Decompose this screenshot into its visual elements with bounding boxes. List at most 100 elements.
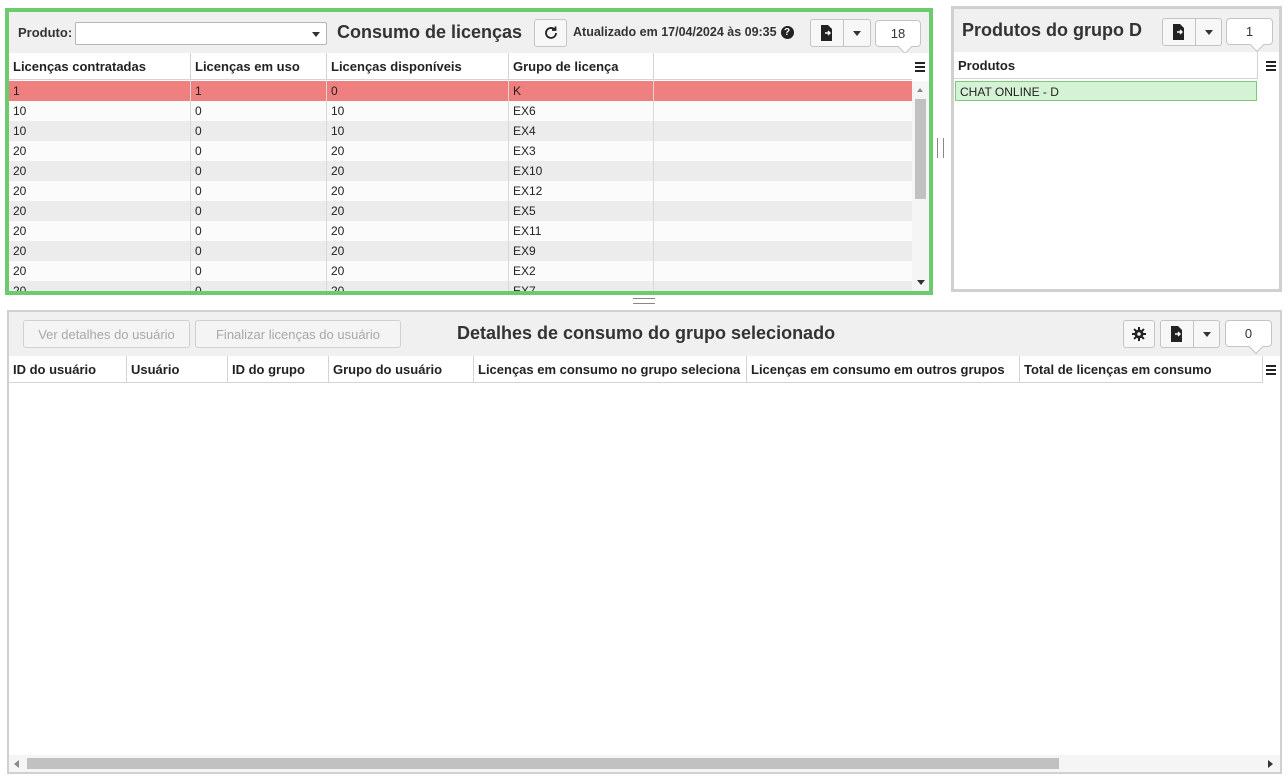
cell-available: 20 (327, 241, 509, 261)
details-count: 0 (1244, 326, 1253, 341)
cell-license-group: EX9 (509, 241, 654, 261)
cell-in-use: 0 (191, 221, 327, 241)
scroll-right-arrow-icon[interactable] (1268, 760, 1273, 768)
cell-contracted: 20 (9, 201, 191, 221)
details-count-badge: 0 (1225, 320, 1272, 347)
details-export-button[interactable] (1160, 320, 1194, 348)
cell-in-use: 0 (191, 141, 327, 161)
col-header-licenses-selected-group[interactable]: Licenças em consumo no grupo seleciona (474, 356, 747, 383)
vertical-scrollbar[interactable] (912, 81, 929, 291)
cell-license-group: EX5 (509, 201, 654, 221)
cell-available: 20 (327, 161, 509, 181)
cell-in-use: 0 (191, 101, 327, 121)
group-products-count-badge: 1 (1226, 18, 1273, 45)
cell-available: 20 (327, 281, 509, 291)
cell-contracted: 20 (9, 261, 191, 281)
product-label: Produto: (18, 25, 73, 40)
table-row[interactable]: 20 0 20 EX5 (9, 201, 912, 221)
help-icon[interactable]: ? (780, 25, 794, 39)
caret-down-icon (853, 30, 861, 36)
cell-contracted: 20 (9, 141, 191, 161)
scroll-left-arrow-icon[interactable] (14, 760, 19, 768)
refresh-icon (544, 26, 557, 39)
cell-in-use: 0 (191, 281, 327, 291)
cell-product: CHAT ONLINE - D (960, 85, 1059, 99)
table-row[interactable]: 1 1 0 K (9, 81, 912, 101)
details-export-options-button[interactable] (1194, 320, 1220, 348)
table-row[interactable]: 20 0 20 EX11 (9, 221, 912, 241)
grid-header: Produtos (954, 52, 1258, 79)
cell-available: 10 (327, 101, 509, 121)
scroll-down-arrow-icon[interactable] (917, 280, 925, 285)
scroll-up-arrow-icon[interactable] (917, 88, 923, 92)
col-header-contracted[interactable]: Licenças contratadas (9, 53, 191, 80)
cell-contracted: 20 (9, 281, 191, 291)
col-header-licenses-other-groups[interactable]: Licenças em consumo em outros grupos (747, 356, 1020, 383)
export-button[interactable] (810, 19, 844, 47)
col-header-products[interactable]: Produtos (954, 52, 1258, 79)
table-row[interactable]: 20 0 20 EX12 (9, 181, 912, 201)
caret-down-icon (1202, 331, 1211, 337)
grid-header: Licenças contratadas Licenças em uso Lic… (9, 53, 912, 80)
view-user-details-button[interactable]: Ver detalhes do usuário (23, 320, 190, 348)
col-header-available[interactable]: Licenças disponíveis (327, 53, 509, 80)
finish-user-licenses-button[interactable]: Finalizar licenças do usuário (195, 320, 401, 348)
vertical-splitter-handle[interactable] (936, 138, 946, 158)
table-row[interactable]: 20 0 20 EX7 (9, 281, 912, 291)
license-consumption-grid: Licenças contratadas Licenças em uso Lic… (9, 53, 929, 291)
consumption-details-grid: ID do usuário Usuário ID do grupo Grupo … (9, 356, 1280, 772)
updated-text: Atualizado em 17/04/2024 às 09:35 (573, 25, 777, 39)
col-header-total-licenses[interactable]: Total de licenças em consumo (1020, 356, 1263, 383)
cell-in-use: 0 (191, 161, 327, 181)
scrollbar-thumb[interactable] (915, 99, 926, 199)
column-menu-icon[interactable] (1263, 52, 1279, 79)
scrollbar-thumb[interactable] (27, 758, 1059, 769)
group-products-export-options-button[interactable] (1196, 18, 1222, 46)
table-row[interactable]: 10 0 10 EX4 (9, 121, 912, 141)
cell-license-group: K (509, 81, 654, 101)
cell-available: 20 (327, 261, 509, 281)
column-menu-icon[interactable] (912, 53, 928, 80)
table-row[interactable]: CHAT ONLINE - D (955, 81, 1257, 101)
col-header-license-group[interactable]: Grupo de licença (509, 53, 654, 80)
col-header-user-group[interactable]: Grupo do usuário (329, 356, 474, 383)
export-options-button[interactable] (844, 19, 871, 47)
cell-contracted: 20 (9, 161, 191, 181)
cell-license-group: EX12 (509, 181, 654, 201)
group-products-export-button[interactable] (1162, 18, 1196, 46)
col-header-in-use[interactable]: Licenças em uso (191, 53, 327, 80)
col-header-group-id[interactable]: ID do grupo (228, 356, 329, 383)
cell-in-use: 0 (191, 181, 327, 201)
cell-available: 20 (327, 221, 509, 241)
col-header-user-id[interactable]: ID do usuário (9, 356, 127, 383)
horizontal-scrollbar[interactable] (9, 755, 1280, 772)
table-row[interactable]: 20 0 20 EX10 (9, 161, 912, 181)
horizontal-splitter-handle[interactable] (633, 296, 655, 306)
cell-in-use: 0 (191, 201, 327, 221)
finish-user-licenses-label: Finalizar licenças do usuário (215, 326, 381, 342)
record-count-badge: 18 (875, 20, 921, 47)
column-menu-icon[interactable] (1263, 356, 1279, 383)
table-row[interactable]: 10 0 10 EX6 (9, 101, 912, 121)
refresh-button[interactable] (534, 19, 567, 47)
license-consumption-toolbar: Produto: Consumo de licenças Atualizado … (9, 12, 929, 53)
page-title: Consumo de licenças (337, 22, 523, 42)
updated-status: Atualizado em 17/04/2024 às 09:35 ? (573, 25, 794, 39)
col-header-user[interactable]: Usuário (127, 356, 228, 383)
table-row[interactable]: 20 0 20 EX9 (9, 241, 912, 261)
grid-header: ID do usuário Usuário ID do grupo Grupo … (9, 356, 1263, 383)
product-select[interactable] (75, 22, 327, 45)
caret-down-icon (1204, 29, 1213, 35)
export-file-icon (1173, 24, 1184, 40)
consumption-details-title: Detalhes de consumo do grupo selecionado (457, 323, 836, 343)
table-row[interactable]: 20 0 20 EX3 (9, 141, 912, 161)
cell-license-group: EX10 (509, 161, 654, 181)
group-products-count: 1 (1245, 24, 1254, 39)
chevron-down-icon (312, 32, 320, 37)
table-row[interactable]: 20 0 20 EX2 (9, 261, 912, 281)
gear-icon (1132, 327, 1146, 341)
cell-in-use: 1 (191, 81, 327, 101)
cell-available: 20 (327, 201, 509, 221)
settings-button[interactable] (1123, 320, 1155, 348)
cell-contracted: 20 (9, 221, 191, 241)
